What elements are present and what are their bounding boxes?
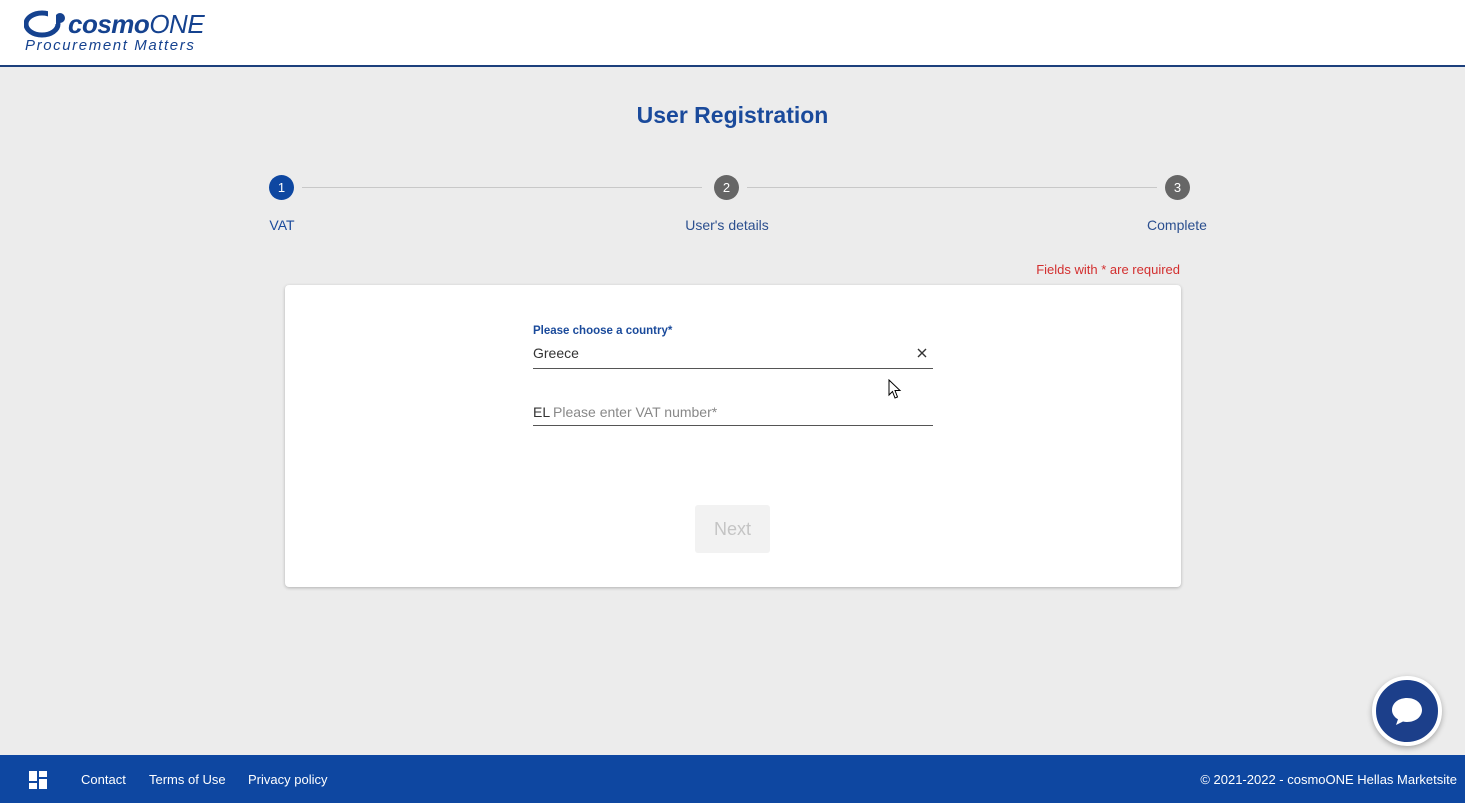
logo-wordmark: cosmoONE (68, 9, 205, 39)
logo-tagline: Procurement Matters (25, 37, 196, 54)
footer-link-privacy[interactable]: Privacy policy (248, 772, 327, 787)
step-2-circle[interactable]: 2 (714, 175, 739, 200)
required-fields-note: Fields with * are required (1036, 262, 1180, 277)
vat-country-prefix: EL (533, 404, 551, 420)
step-2-label: User's details (685, 217, 769, 233)
copyright: © 2021-2022 - cosmoONE Hellas Marketsite (1200, 772, 1457, 787)
chat-button[interactable] (1372, 676, 1442, 746)
step-3-label: Complete (1147, 217, 1207, 233)
page-title: User Registration (636, 102, 829, 128)
step-1-circle[interactable]: 1 (269, 175, 294, 200)
next-button[interactable]: Next (695, 505, 770, 553)
registration-card: Please choose a country* Greece EL Next (285, 285, 1181, 587)
stepper-connector (747, 187, 1157, 188)
footer-link-contact[interactable]: Contact (81, 772, 126, 787)
mouse-pointer-icon (888, 379, 902, 399)
step-3-circle[interactable]: 3 (1165, 175, 1190, 200)
footer: Contact Terms of Use Privacy policy © 20… (0, 755, 1465, 803)
country-label: Please choose a country* (533, 325, 673, 337)
logo-swoosh-icon (24, 10, 65, 38)
vat-input[interactable] (553, 401, 929, 423)
cosmoone-logo[interactable]: cosmoONE Procurement Matters (24, 8, 224, 54)
chat-bubble-icon (1392, 698, 1422, 725)
header: cosmoONE Procurement Matters (0, 0, 1465, 67)
footer-link-terms[interactable]: Terms of Use (149, 772, 226, 787)
stepper-connector (302, 187, 702, 188)
vat-field[interactable]: EL (533, 395, 933, 426)
dashboard-icon[interactable] (29, 771, 47, 789)
country-select[interactable]: Please choose a country* Greece (533, 325, 933, 369)
country-value[interactable]: Greece (533, 345, 579, 361)
step-1-label: VAT (269, 217, 295, 233)
close-icon[interactable] (916, 347, 928, 359)
